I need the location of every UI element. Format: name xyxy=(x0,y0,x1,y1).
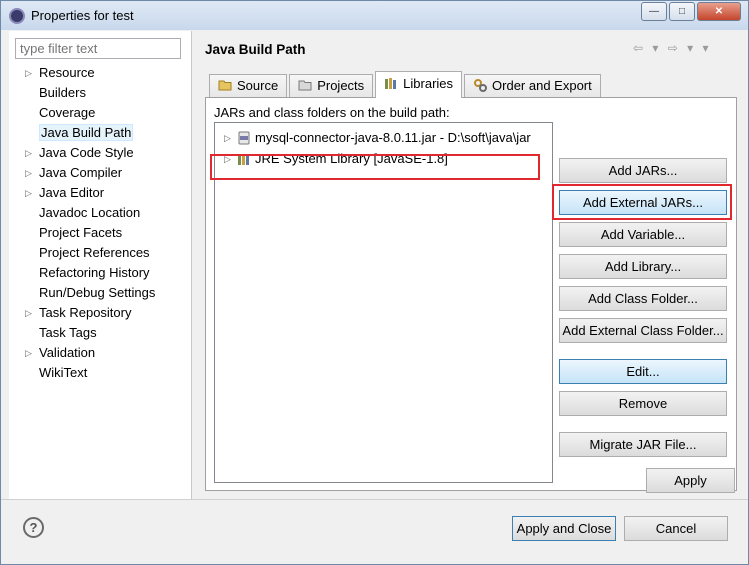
close-button[interactable]: ✕ xyxy=(697,2,741,21)
sidebar-item-label: Validation xyxy=(39,345,96,360)
sidebar-item[interactable]: Run/Debug Settings xyxy=(9,283,192,303)
jar-icon xyxy=(238,131,250,145)
sidebar-item-label: Refactoring History xyxy=(39,265,150,280)
sidebar-item[interactable]: Coverage xyxy=(9,103,192,123)
annotation-highlight xyxy=(210,154,540,180)
title-bar[interactable]: Properties for test — □ ✕ xyxy=(1,1,748,30)
add-library-button[interactable]: Add Library... xyxy=(559,254,727,279)
annotation-highlight xyxy=(552,184,732,220)
add-class-folder-button[interactable]: Add Class Folder... xyxy=(559,286,727,311)
sidebar-item-label: Coverage xyxy=(39,105,96,120)
sidebar-item-label: Project References xyxy=(39,245,150,260)
sidebar-item[interactable]: ▷ Java Editor xyxy=(9,183,192,203)
sidebar-item[interactable]: ▷ Java Compiler xyxy=(9,163,192,183)
order-export-icon xyxy=(473,78,488,95)
libraries-panel: JARs and class folders on the build path… xyxy=(205,97,737,491)
tab-bar: Source Projects Libraries Order and Export xyxy=(209,71,603,98)
apply-and-close-button[interactable]: Apply and Close xyxy=(512,516,616,541)
main-content: Java Build Path ⇦ ▾ ⇨ ▾ ▾ Source Projects… xyxy=(193,31,740,499)
apply-button[interactable]: Apply xyxy=(646,468,735,493)
projects-icon xyxy=(298,78,312,95)
maximize-button[interactable]: □ xyxy=(669,2,695,21)
source-folder-icon xyxy=(218,78,232,95)
sidebar-item[interactable]: ▷ Java Code Style xyxy=(9,143,192,163)
expand-arrow-icon[interactable]: ▷ xyxy=(25,183,32,203)
minimize-button[interactable]: — xyxy=(641,2,667,21)
eclipse-icon xyxy=(9,8,25,24)
sidebar-item-label: Java Editor xyxy=(39,185,105,200)
sidebar-item-label: Java Build Path xyxy=(39,124,134,141)
sidebar-item[interactable]: Builders xyxy=(9,83,192,103)
sidebar-item-label: Task Repository xyxy=(39,305,132,320)
properties-window: Properties for test — □ ✕ ▷ Resource Build… xyxy=(0,0,749,565)
expand-arrow-icon[interactable]: ▷ xyxy=(25,63,32,83)
tab-libraries[interactable]: Libraries xyxy=(375,71,463,98)
sidebar-item[interactable]: Task Tags xyxy=(9,323,192,343)
sidebar-item[interactable]: Project Facets xyxy=(9,223,192,243)
cancel-button[interactable]: Cancel xyxy=(624,516,728,541)
libraries-icon xyxy=(384,76,398,93)
tab-label: Source xyxy=(237,78,279,93)
tab-source[interactable]: Source xyxy=(209,74,288,98)
sidebar-item-label: Project Facets xyxy=(39,225,123,240)
sidebar-item[interactable]: ▷ Task Repository xyxy=(9,303,192,323)
build-path-label: JARs and class folders on the build path… xyxy=(214,105,450,120)
migrate-jar-button[interactable]: Migrate JAR File... xyxy=(559,432,727,457)
properties-tree: ▷ Resource Builders Coverage Java Build Path… xyxy=(9,63,192,383)
expand-arrow-icon[interactable]: ▷ xyxy=(25,163,32,183)
page-title: Java Build Path xyxy=(205,42,306,57)
add-external-class-folder-button[interactable]: Add External Class Folder... xyxy=(559,318,727,343)
footer-divider xyxy=(1,499,748,500)
sidebar-item[interactable]: ▷ Resource xyxy=(9,63,192,83)
window-title: Properties for test xyxy=(31,8,134,23)
sidebar-item[interactable]: Project References xyxy=(9,243,192,263)
sidebar-item[interactable]: Javadoc Location xyxy=(9,203,192,223)
sidebar-item-label: Java Compiler xyxy=(39,165,123,180)
tab-label: Projects xyxy=(317,78,365,93)
tab-projects[interactable]: Projects xyxy=(289,74,374,98)
sidebar-item-label: WikiText xyxy=(39,365,88,380)
sidebar-item[interactable]: Java Build Path xyxy=(9,123,192,143)
sidebar-item[interactable]: WikiText xyxy=(9,363,192,383)
remove-button[interactable]: Remove xyxy=(559,391,727,416)
expand-arrow-icon[interactable]: ▷ xyxy=(25,303,32,323)
tab-label: Libraries xyxy=(403,76,454,91)
edit-button[interactable]: Edit... xyxy=(559,359,727,384)
history-nav[interactable]: ⇦ ▾ ⇨ ▾ ▾ xyxy=(633,41,712,55)
sidebar-item[interactable]: Refactoring History xyxy=(9,263,192,283)
sidebar-item-label: Run/Debug Settings xyxy=(39,285,156,300)
expand-arrow-icon[interactable]: ▷ xyxy=(25,143,32,163)
sidebar-item[interactable]: ▷ Validation xyxy=(9,343,192,363)
expand-arrow-icon[interactable]: ▷ xyxy=(224,128,231,148)
sidebar-item-label: Builders xyxy=(39,85,86,100)
list-item[interactable]: ▷ mysql-connector-java-8.0.11.jar - D:\s… xyxy=(215,128,531,148)
add-variable-button[interactable]: Add Variable... xyxy=(559,222,727,247)
entry-label: mysql-connector-java-8.0.11.jar - D:\sof… xyxy=(255,130,531,145)
expand-arrow-icon[interactable]: ▷ xyxy=(25,343,32,363)
tab-order-and-export[interactable]: Order and Export xyxy=(464,74,601,98)
sidebar-item-label: Javadoc Location xyxy=(39,205,141,220)
filter-input[interactable] xyxy=(15,38,181,59)
add-jars-button[interactable]: Add JARs... xyxy=(559,158,727,183)
sidebar-item-label: Task Tags xyxy=(39,325,97,340)
sidebar-item-label: Java Code Style xyxy=(39,145,134,160)
help-icon[interactable]: ? xyxy=(23,517,44,538)
sidebar: ▷ Resource Builders Coverage Java Build Path… xyxy=(9,31,192,499)
sidebar-item-label: Resource xyxy=(39,65,95,80)
tab-label: Order and Export xyxy=(492,78,592,93)
